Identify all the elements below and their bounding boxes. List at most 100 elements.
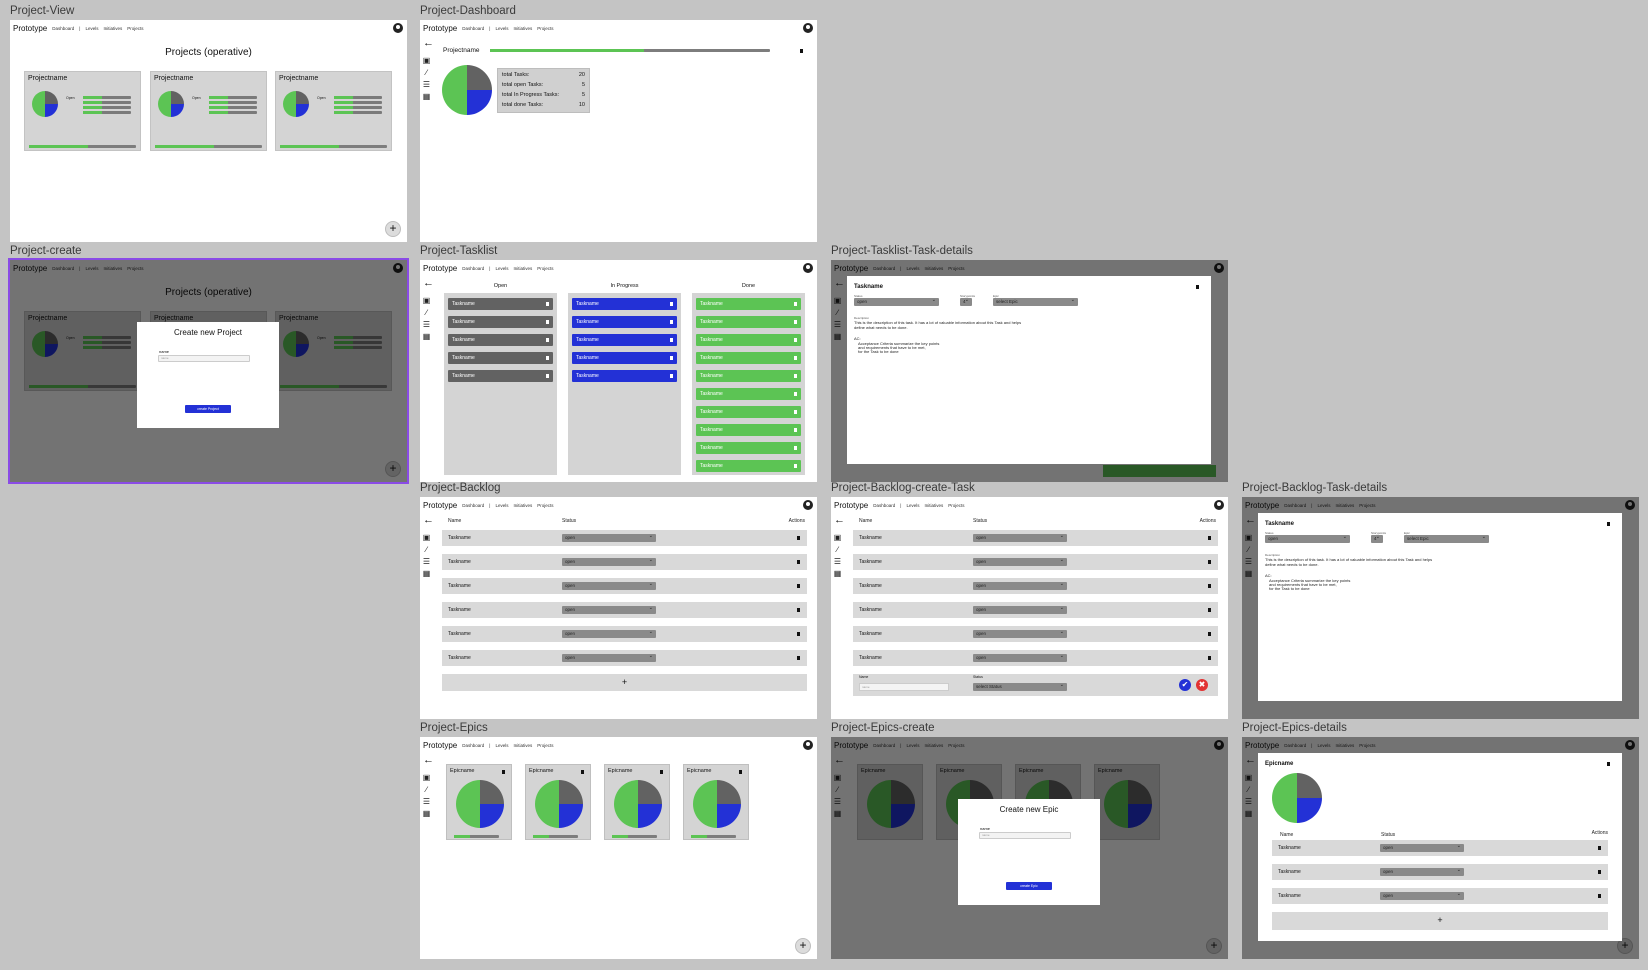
brand-logo[interactable]: Prototype: [423, 24, 457, 33]
status-select[interactable]: open: [1265, 533, 1350, 543]
delete-icon[interactable]: [797, 608, 800, 612]
nav-levels[interactable]: Levels: [495, 743, 508, 748]
add-task-button[interactable]: +: [1272, 912, 1608, 930]
back-arrow-icon[interactable]: ←: [423, 755, 434, 766]
status-select[interactable]: open: [973, 532, 1067, 542]
delete-icon[interactable]: [1598, 870, 1601, 874]
status-select[interactable]: open: [973, 556, 1067, 566]
task-card[interactable]: Taskname: [696, 442, 801, 454]
add-epic-button[interactable]: +: [795, 938, 811, 954]
delete-epic-icon[interactable]: [502, 770, 505, 774]
nav-dashboard[interactable]: Dashboard: [462, 266, 484, 271]
nav-initiatives[interactable]: Initiatives: [513, 266, 532, 271]
status-select[interactable]: open: [973, 652, 1067, 662]
delete-icon[interactable]: [797, 536, 800, 540]
backlog-row[interactable]: Taskname open: [853, 626, 1218, 642]
nav-initiatives[interactable]: Initiatives: [513, 26, 532, 31]
backlog-row[interactable]: Taskname open: [442, 578, 807, 594]
nav-initiatives[interactable]: Initiatives: [103, 26, 122, 31]
status-select[interactable]: open: [973, 628, 1067, 638]
new-task-name-input[interactable]: name: [859, 683, 949, 691]
epic-select[interactable]: select Epic: [993, 296, 1078, 306]
back-arrow-icon[interactable]: ←: [423, 38, 434, 49]
delete-task-icon[interactable]: [1607, 522, 1610, 526]
delete-icon[interactable]: [1598, 846, 1601, 850]
epic-card[interactable]: Epicname: [446, 764, 512, 840]
epic-name-input[interactable]: name: [979, 832, 1071, 839]
status-select[interactable]: open: [973, 604, 1067, 614]
status-select[interactable]: open: [562, 628, 656, 638]
task-card[interactable]: Taskname: [572, 352, 677, 364]
delete-icon[interactable]: [797, 632, 800, 636]
cancel-x-icon[interactable]: ✖: [1196, 679, 1208, 691]
nav-dashboard[interactable]: Dashboard: [873, 503, 895, 508]
backlog-row[interactable]: Taskname open: [853, 650, 1218, 666]
delete-icon[interactable]: [1208, 632, 1211, 636]
delete-icon[interactable]: [1208, 656, 1211, 660]
backlog-row[interactable]: Taskname open: [853, 530, 1218, 546]
nav-levels[interactable]: Levels: [495, 26, 508, 31]
brand-logo[interactable]: Prototype: [423, 264, 457, 273]
create-epic-button[interactable]: create Epic: [1006, 882, 1052, 890]
task-card[interactable]: Taskname: [572, 298, 677, 310]
nav-levels[interactable]: Levels: [85, 26, 98, 31]
add-task-button[interactable]: +: [442, 674, 807, 691]
nav-dashboard[interactable]: Dashboard: [462, 26, 484, 31]
brand-logo[interactable]: Prototype: [423, 501, 457, 510]
nav-initiatives[interactable]: Initiatives: [513, 503, 532, 508]
status-select[interactable]: open: [562, 556, 656, 566]
project-card[interactable]: Projectname Open: [150, 71, 267, 151]
backlog-row[interactable]: Taskname open: [853, 578, 1218, 594]
list-icon[interactable]: ☰: [422, 320, 431, 329]
delete-icon[interactable]: [1208, 560, 1211, 564]
backlog-row[interactable]: Taskname open: [442, 602, 807, 618]
delete-epic-icon[interactable]: [1607, 762, 1610, 766]
nav-projects[interactable]: Projects: [537, 743, 553, 748]
backlog-row[interactable]: Taskname open: [442, 530, 807, 546]
delete-icon[interactable]: [797, 560, 800, 564]
brand-logo[interactable]: Prototype: [834, 501, 868, 510]
status-select[interactable]: open: [562, 580, 656, 590]
delete-icon[interactable]: [1208, 584, 1211, 588]
nav-projects[interactable]: Projects: [537, 26, 553, 31]
task-card[interactable]: Taskname: [572, 316, 677, 328]
nav-levels[interactable]: Levels: [495, 266, 508, 271]
task-card[interactable]: Taskname: [696, 316, 801, 328]
delete-icon[interactable]: [797, 656, 800, 660]
nav-projects[interactable]: Projects: [948, 503, 964, 508]
dashboard-icon[interactable]: ▣: [422, 296, 431, 305]
backlog-row[interactable]: Taskname open: [853, 554, 1218, 570]
task-card[interactable]: Taskname: [696, 298, 801, 310]
user-avatar-icon[interactable]: [393, 23, 403, 33]
task-card[interactable]: Taskname: [696, 388, 801, 400]
delete-epic-icon[interactable]: [739, 770, 742, 774]
delete-icon[interactable]: [1208, 608, 1211, 612]
project-card[interactable]: Projectname Open: [24, 71, 141, 151]
status-select[interactable]: open: [1380, 890, 1464, 900]
epic-task-row[interactable]: Taskname open: [1272, 864, 1608, 880]
storypoints-input[interactable]: 4: [960, 296, 972, 306]
dashboard-icon[interactable]: ▣: [422, 533, 431, 542]
status-select[interactable]: open: [562, 532, 656, 542]
task-card[interactable]: Taskname: [448, 316, 553, 328]
task-card[interactable]: Taskname: [696, 334, 801, 346]
list-icon[interactable]: ☰: [422, 557, 431, 566]
dashboard-icon[interactable]: ▣: [422, 773, 431, 782]
create-project-button[interactable]: create Project: [185, 405, 231, 413]
chart-icon[interactable]: ∕: [422, 545, 431, 554]
project-name-input[interactable]: name: [158, 355, 250, 362]
nav-levels[interactable]: Levels: [906, 503, 919, 508]
brand-logo[interactable]: Prototype: [13, 24, 47, 33]
task-card[interactable]: Taskname: [448, 334, 553, 346]
nav-initiatives[interactable]: Initiatives: [513, 743, 532, 748]
backlog-row[interactable]: Taskname open: [853, 602, 1218, 618]
new-task-status-select[interactable]: select Status: [973, 681, 1067, 691]
add-project-button[interactable]: +: [385, 221, 401, 237]
status-select[interactable]: open: [1380, 866, 1464, 876]
status-select[interactable]: open: [973, 580, 1067, 590]
task-card[interactable]: Taskname: [696, 406, 801, 418]
chart-icon[interactable]: ∕: [422, 785, 431, 794]
task-card[interactable]: Taskname: [696, 352, 801, 364]
status-select[interactable]: open: [854, 296, 939, 306]
nav-projects[interactable]: Projects: [537, 503, 553, 508]
